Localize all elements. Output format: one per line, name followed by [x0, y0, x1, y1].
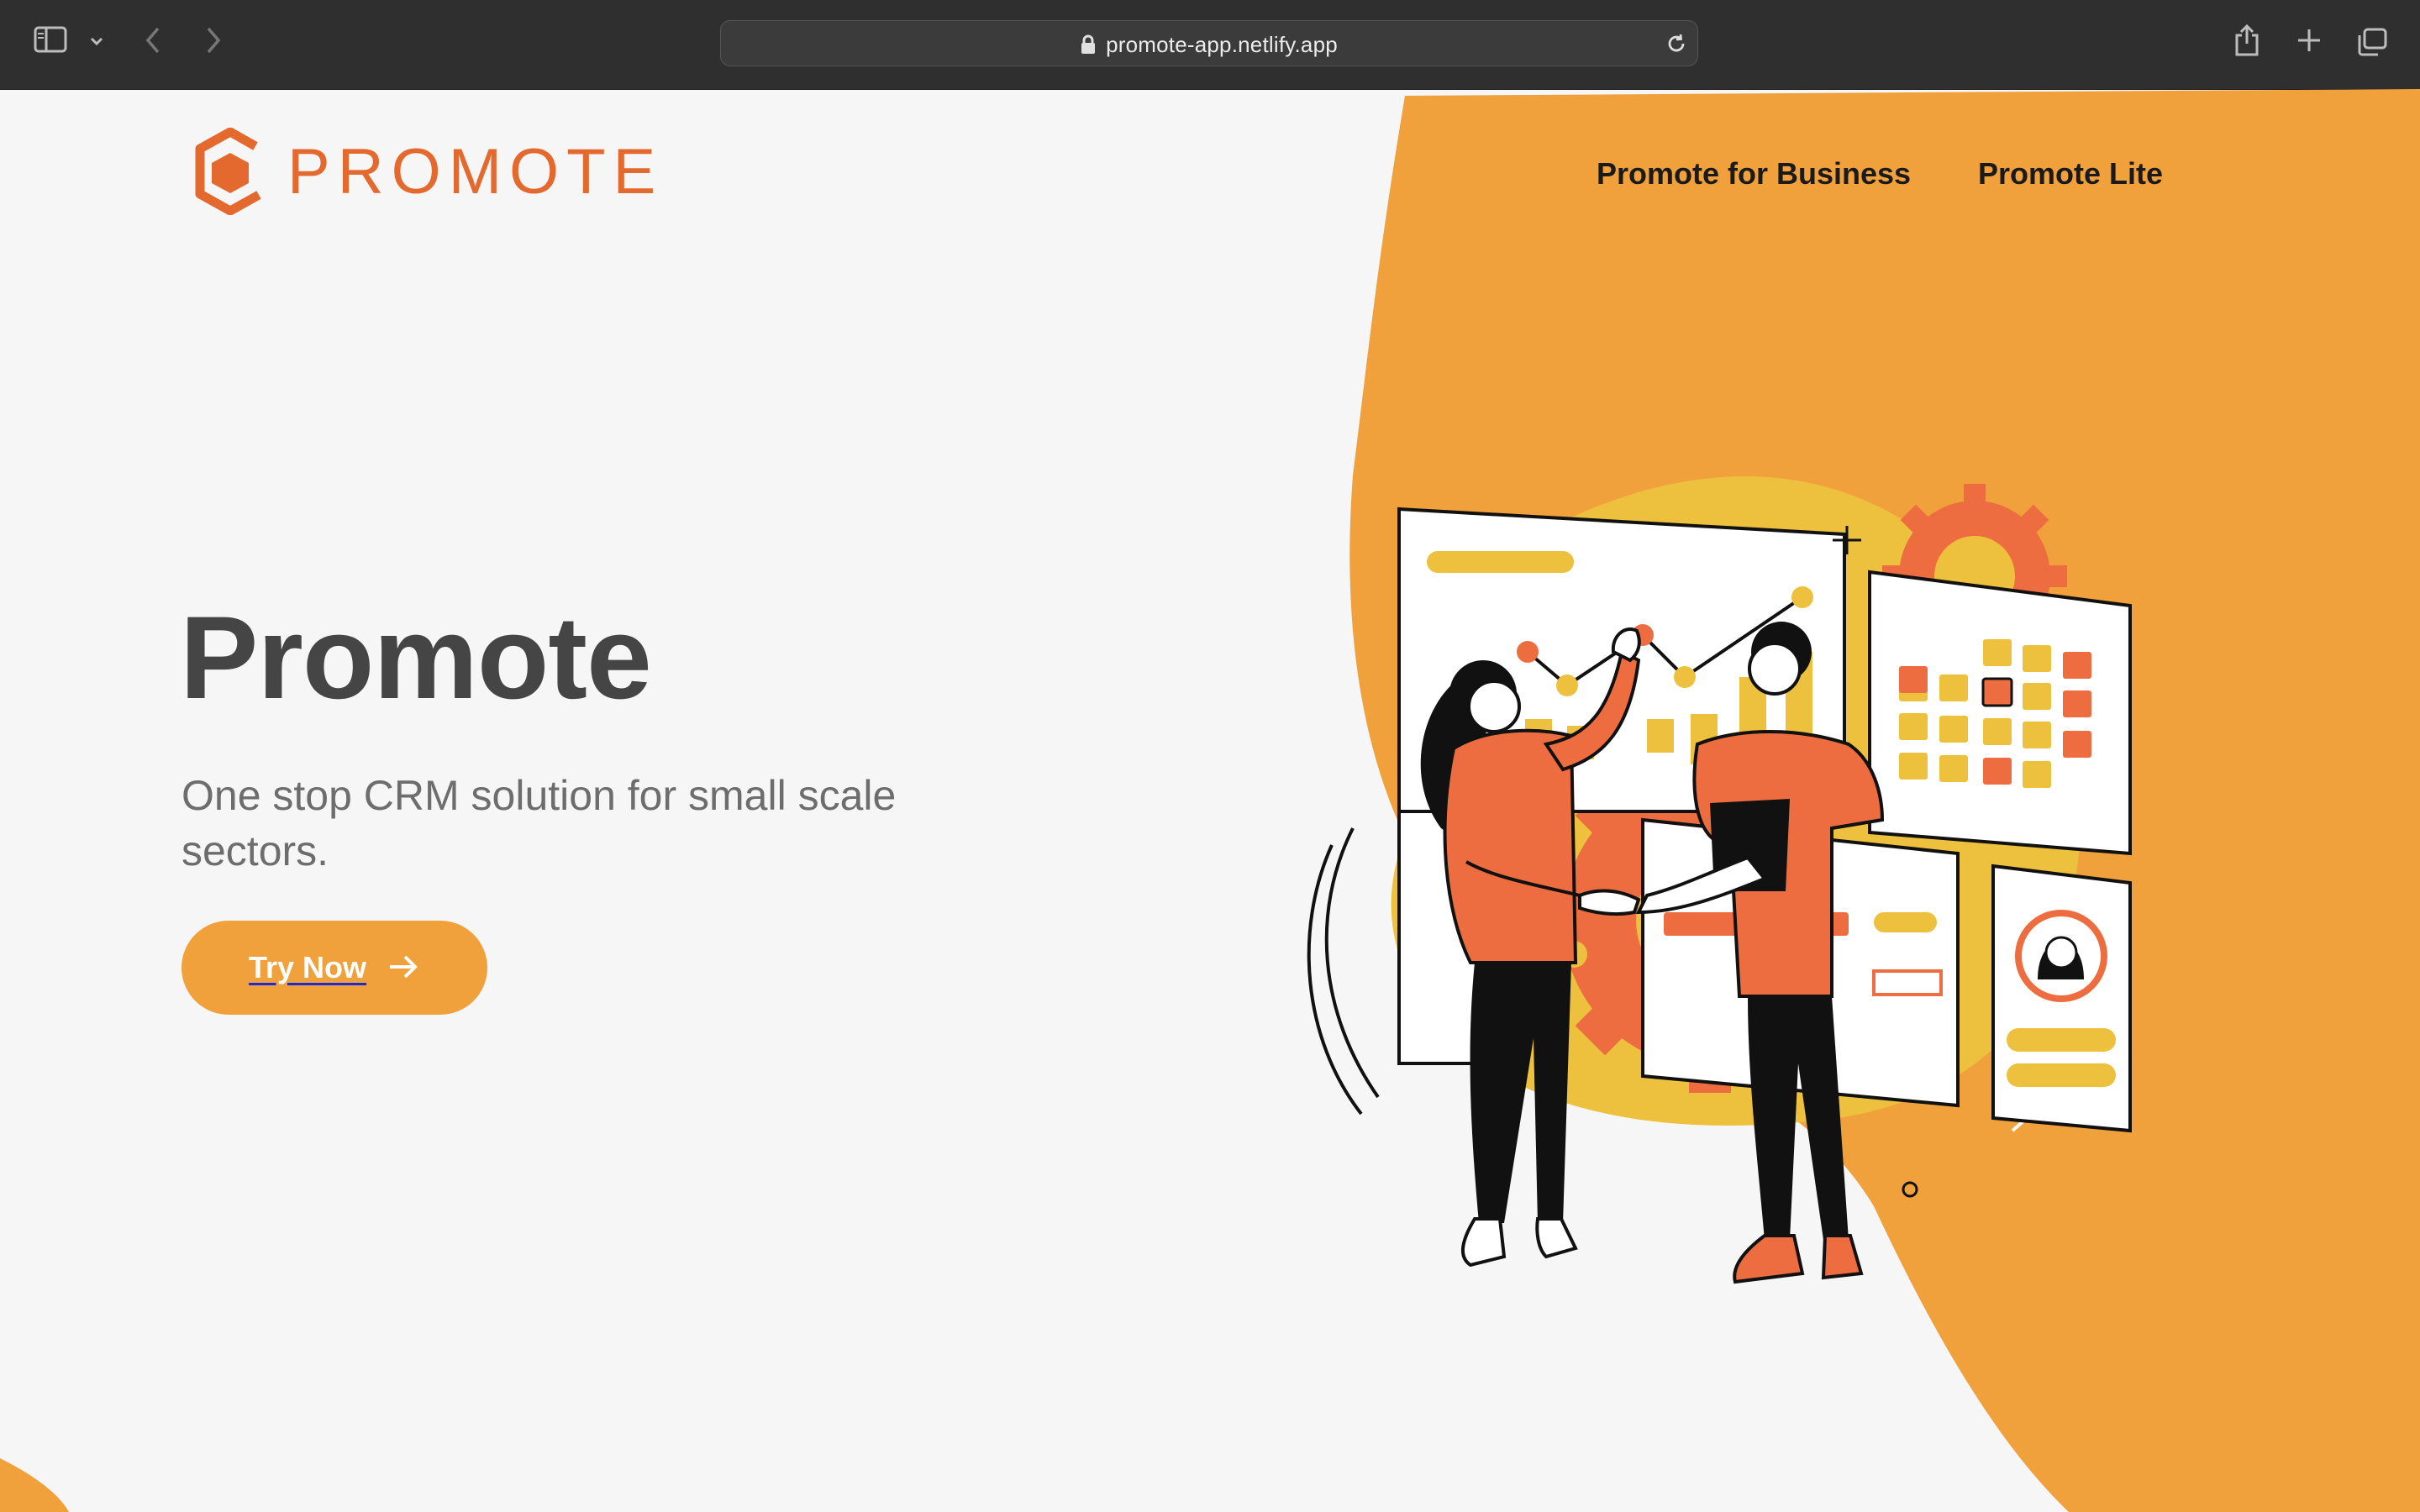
share-icon[interactable] [2232, 24, 2262, 61]
back-icon[interactable] [143, 25, 163, 60]
forward-icon[interactable] [203, 25, 224, 60]
url-text: promote-app.netlify.app [1106, 32, 1338, 57]
logo-wordmark: PROMOTE [287, 135, 664, 207]
crm-team-illustration [1307, 476, 2132, 1284]
address-bar[interactable]: promote-app.netlify.app [720, 20, 1698, 66]
sidebar-icon[interactable] [34, 25, 67, 58]
arrow-right-icon [387, 953, 420, 984]
hero-subtitle: One stop CRM solution for small scale se… [182, 772, 897, 874]
nav-link-promote-for-business[interactable]: Promote for Business [1597, 156, 1911, 192]
try-now-button[interactable]: Try Now [182, 921, 487, 1015]
browser-toolbar: promote-app.netlify.app [0, 0, 2420, 90]
reload-icon[interactable] [1665, 33, 1687, 59]
hero-title: Promote [180, 591, 652, 723]
promote-logo[interactable]: PROMOTE [190, 128, 663, 215]
hexagon-logo-icon [195, 128, 261, 215]
lock-icon [1081, 34, 1096, 60]
new-tab-icon[interactable] [2296, 27, 2323, 58]
try-now-label: Try Now [248, 950, 367, 984]
tabs-overview-icon[interactable] [2356, 27, 2388, 61]
landing-page: PROMOTE Promote for Business Promote Lit… [0, 89, 2420, 1512]
nav-link-promote-lite[interactable]: Promote Lite [1978, 156, 2163, 192]
chevron-down-icon[interactable] [89, 35, 104, 50]
